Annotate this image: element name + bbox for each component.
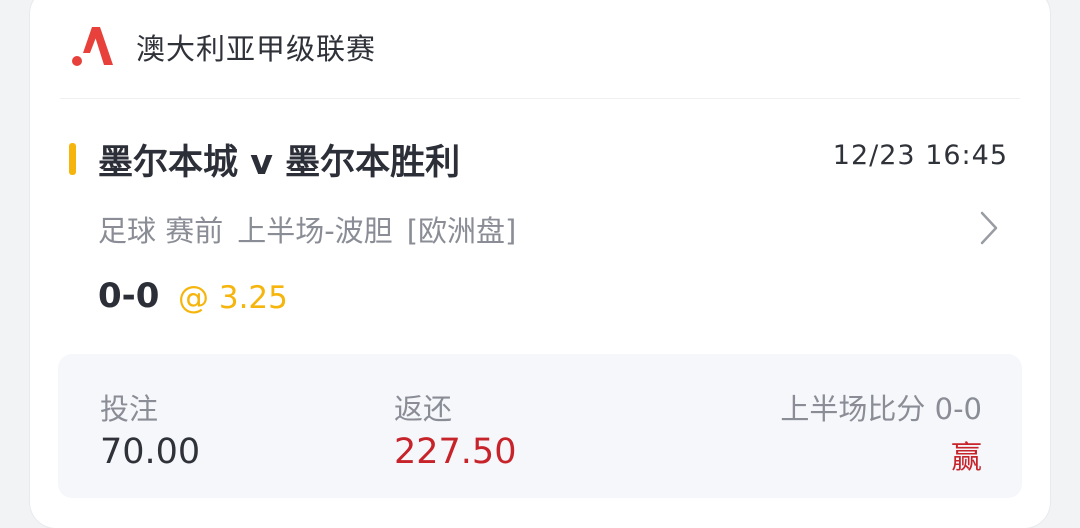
divider (60, 98, 1020, 99)
result-badge: 赢 (951, 440, 982, 476)
accent-bar (69, 143, 76, 175)
match-title: 墨尔本城 v 墨尔本胜利 (98, 143, 461, 183)
bet-meta: 足球 赛前 上半场-波胆 [欧洲盘] (98, 208, 530, 250)
market-name: 上半场-波胆 (237, 214, 393, 248)
return-value: 227.50 (394, 432, 517, 472)
bet-odds: @ 3.25 (178, 280, 288, 316)
bet-card: 澳大利亚甲级联赛 墨尔本城 v 墨尔本胜利 12/23 16:45 足球 赛前 … (30, 0, 1050, 528)
league-header: 澳大利亚甲级联赛 (70, 22, 376, 72)
sport-status: 足球 赛前 (98, 214, 224, 248)
match-datetime: 12/23 16:45 (832, 140, 1008, 171)
stake-value: 70.00 (100, 432, 201, 472)
bet-selection: 0-0 (98, 276, 160, 316)
return-label: 返还 (394, 392, 453, 426)
chevron-right-icon[interactable] (978, 210, 1000, 246)
odds-type: [欧洲盘] (406, 214, 517, 248)
stake-label: 投注 (100, 392, 159, 426)
brand-logo-icon (72, 27, 113, 66)
league-name: 澳大利亚甲级联赛 (136, 32, 377, 66)
halftime-score: 上半场比分 0-0 (780, 392, 982, 426)
bet-summary: 投注 70.00 返还 227.50 上半场比分 0-0 赢 (58, 354, 1022, 498)
